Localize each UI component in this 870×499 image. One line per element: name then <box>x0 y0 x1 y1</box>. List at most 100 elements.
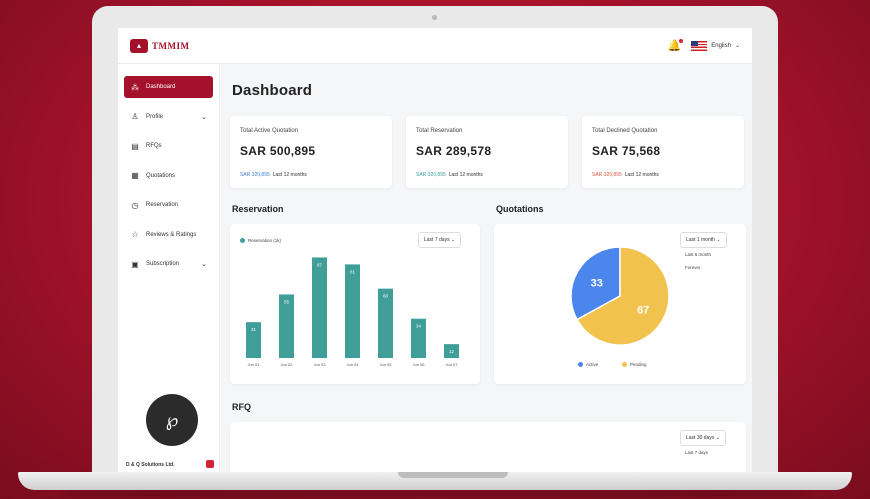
sidebar-item-subscription[interactable]: ▣ Subscription ⌄ <box>124 253 213 275</box>
rfq-period-dropdown[interactable]: Last 30 days ⌄ <box>680 430 726 446</box>
quotations-dropdown-options: Last 6 month Forever <box>680 248 738 274</box>
x-tick-label: Jun 04 <box>346 362 359 367</box>
logo-icon: ▴ <box>130 38 148 53</box>
pie-value-label: 67 <box>637 305 649 317</box>
legend-label: Active <box>586 362 599 367</box>
stat-value: SAR 289,578 <box>416 144 492 158</box>
reservation-bar <box>378 288 393 358</box>
legend-label: Pending <box>630 362 647 367</box>
reservation-bar <box>312 257 327 358</box>
x-tick-label: Jun 07 <box>445 362 458 367</box>
reservation-bar-chart: 31 Jun 01 55 Jun 02 87 Jun 03 81 Jun 04 60 Jun 05… <box>246 257 459 367</box>
chevron-down-icon: ⌄ <box>734 43 740 49</box>
reservation-chart-card: Reservation (1k) Last 7 days ⌄ 31 Jun 01 5… <box>230 224 480 384</box>
grid-icon: ⁂ <box>131 82 139 92</box>
sidebar-item-quotations[interactable]: ▦ Quotations <box>124 165 213 187</box>
stat-period: Last 12 months <box>272 172 307 178</box>
chevron-down-icon: ⌄ <box>715 435 720 441</box>
reservation-title: Reservation <box>232 204 284 214</box>
bar-value-label: 81 <box>350 269 356 274</box>
bar-value-label: 60 <box>383 294 389 299</box>
dropdown-option[interactable]: Forever <box>680 261 738 274</box>
chevron-down-icon: ⌄ <box>716 237 721 243</box>
language-label: English <box>711 42 731 49</box>
dropdown-option[interactable]: Last 6 month <box>680 248 738 261</box>
dropdown-value: Last 1 month <box>686 237 715 243</box>
sidebar-item-profile[interactable]: ♙ Profile ⌄ <box>124 106 213 128</box>
notification-bell-icon[interactable]: 🔔 <box>668 39 684 52</box>
quotations-period-dropdown[interactable]: Last 1 month ⌄ <box>680 232 727 248</box>
pie-legend-active: Active <box>578 362 598 367</box>
clock-icon: ◷ <box>131 200 139 210</box>
laptop-base <box>18 472 852 490</box>
stat-value: SAR 500,895 <box>240 144 316 158</box>
sidebar-item-reservation[interactable]: ◷ Reservation <box>124 194 213 216</box>
laptop-frame: ▴ TMMIM 🔔 English ⌄ ⁂ Dashboard ♙ Profil… <box>92 6 778 476</box>
logo-text: TMMIM <box>152 40 190 51</box>
x-tick-label: Jun 05 <box>379 362 392 367</box>
sidebar: ⁂ Dashboard ♙ Profile ⌄ ▤ RFQs ▦ Quotati… <box>118 64 220 476</box>
legend-swatch <box>622 362 627 367</box>
stat-footer: SAR 320,895 Last 12 months <box>416 172 483 178</box>
pie-legend-pending: Pending <box>622 362 647 367</box>
sidebar-item-label: Dashboard <box>146 84 176 90</box>
dropdown-value: Last 30 days <box>686 435 715 441</box>
user-icon: ♙ <box>131 112 139 121</box>
stat-highlight: SAR 320,895 <box>240 172 270 178</box>
stat-card-active-quotation: Total Active Quotation SAR 500,895 SAR 3… <box>230 116 392 188</box>
company-name: D & Q Solutions Ltd. <box>126 462 175 468</box>
stat-label: Total Reservation <box>416 128 463 134</box>
stat-footer: SAR 320,895 Last 12 months <box>240 172 307 178</box>
sidebar-item-label: Reservation <box>146 202 179 208</box>
laptop-shadow <box>60 489 810 499</box>
rfq-dropdown-options: Last 7 days <box>680 446 736 459</box>
sidebar-item-label: RFQs <box>146 143 162 149</box>
stat-value: SAR 75,568 <box>592 144 661 158</box>
bar-value-label: 87 <box>317 262 323 267</box>
main-content: Dashboard Total Active Quotation SAR 500… <box>230 64 746 476</box>
sidebar-item-label: Subscription <box>146 261 180 267</box>
file-icon: ▦ <box>131 171 139 180</box>
sidebar-item-dashboard[interactable]: ⁂ Dashboard <box>124 76 213 98</box>
rfq-card: Last 30 days ⌄ Last 7 days <box>230 422 746 476</box>
camera-dot <box>432 15 437 20</box>
company-avatar[interactable]: ℘ <box>146 394 198 446</box>
x-tick-label: Jun 03 <box>313 362 326 367</box>
sidebar-item-label: Profile <box>146 113 164 120</box>
chevron-down-icon: ⌄ <box>201 261 207 268</box>
x-tick-label: Jun 02 <box>280 362 293 367</box>
rfq-title: RFQ <box>232 402 251 412</box>
logout-icon[interactable] <box>206 460 214 468</box>
stat-card-declined-quotation: Total Declined Quotation SAR 75,568 SAR … <box>582 116 744 188</box>
stat-period: Last 12 months <box>448 172 483 178</box>
sidebar-item-reviews[interactable]: ☆ Reviews & Ratings <box>124 224 213 246</box>
document-icon: ▤ <box>131 141 139 151</box>
pie-value-label: 33 <box>591 277 603 289</box>
x-tick-label: Jun 01 <box>247 362 260 367</box>
chevron-down-icon: ⌄ <box>201 113 207 121</box>
stat-label: Total Active Quotation <box>240 128 299 134</box>
app-logo[interactable]: ▴ TMMIM <box>130 38 190 53</box>
sidebar-item-rfqs[interactable]: ▤ RFQs <box>124 135 213 157</box>
reservation-bar <box>345 264 360 358</box>
us-flag-icon <box>691 40 708 51</box>
stat-card-reservation: Total Reservation SAR 289,578 SAR 320,89… <box>406 116 568 188</box>
bar-value-label: 34 <box>416 324 422 329</box>
quotations-title: Quotations <box>496 204 544 214</box>
bar-value-label: 31 <box>251 327 257 332</box>
stat-footer: SAR 320,895 Last 12 months <box>592 172 659 178</box>
language-selector[interactable]: English ⌄ <box>691 40 740 51</box>
x-tick-label: Jun 06 <box>412 362 425 367</box>
star-icon: ☆ <box>131 230 139 239</box>
stat-label: Total Declined Quotation <box>592 128 658 134</box>
dropdown-option[interactable]: Last 7 days <box>680 446 736 459</box>
bar-value-label: 12 <box>449 349 455 354</box>
sidebar-item-label: Quotations <box>146 172 176 179</box>
page-title: Dashboard <box>232 82 313 99</box>
stat-highlight: SAR 320,895 <box>416 172 446 178</box>
stat-period: Last 12 months <box>624 172 659 178</box>
sidebar-item-label: Reviews & Ratings <box>146 231 197 238</box>
app-screen: ▴ TMMIM 🔔 English ⌄ ⁂ Dashboard ♙ Profil… <box>118 28 752 476</box>
quotations-chart-card: 33 67 Last 1 month ⌄ Last 6 month Forever… <box>494 224 746 384</box>
legend-swatch <box>578 362 583 367</box>
